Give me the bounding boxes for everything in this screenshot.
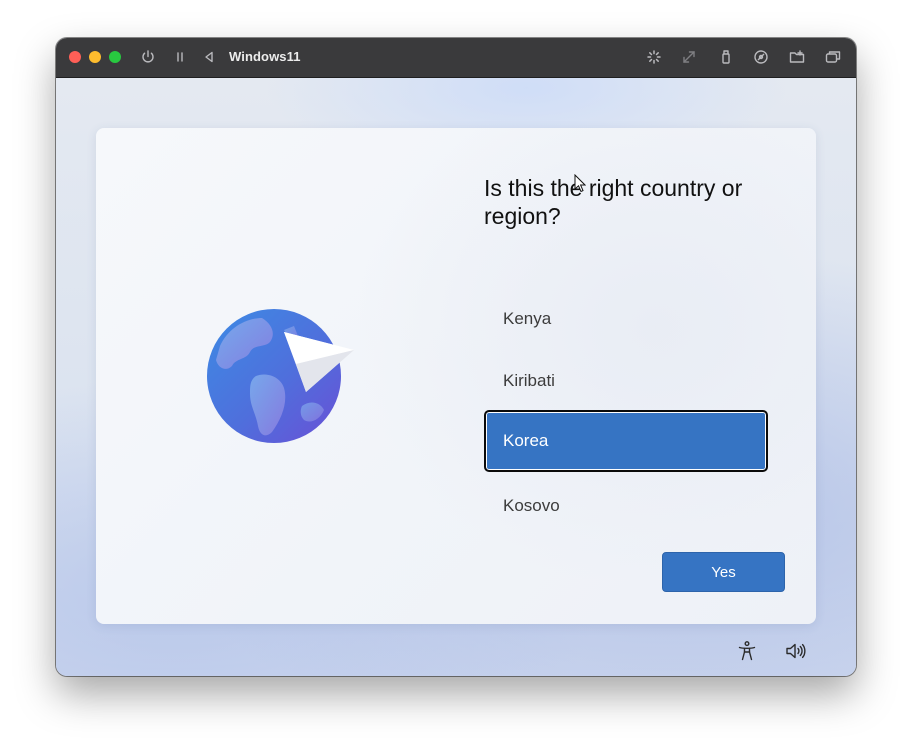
title-bar: Windows11 [56,38,856,78]
oobe-dialog: Is this the right country or region? Ken… [96,128,816,624]
dialog-question: Is this the right country or region? [484,175,743,229]
region-option-kiribati[interactable]: Kiribati [484,350,768,412]
mouse-cursor-icon [574,174,586,193]
power-icon[interactable] [139,48,157,66]
shared-folder-icon[interactable] [788,48,806,66]
yes-button[interactable]: Yes [662,552,785,592]
region-option-kosovo[interactable]: Kosovo [484,475,768,537]
resize-icon[interactable] [680,48,698,66]
volume-icon[interactable] [784,640,806,662]
maximize-window-button[interactable] [109,51,121,63]
region-option-korea[interactable]: Korea [484,410,768,472]
vm-title: Windows11 [229,49,301,64]
vm-screen: Is this the right country or region? Ken… [56,78,856,676]
vm-window: Windows11 Is this the right country or r… [56,38,856,676]
back-icon[interactable] [200,48,218,66]
pause-icon[interactable] [171,48,189,66]
windows-icon[interactable] [824,48,842,66]
usb-icon[interactable] [717,48,735,66]
close-window-button[interactable] [69,51,81,63]
region-option-kenya[interactable]: Kenya [484,288,768,350]
loading-icon[interactable] [645,48,663,66]
globe-paper-plane-icon [206,306,356,446]
disc-icon[interactable] [752,48,770,66]
accessibility-icon[interactable] [736,640,758,662]
minimize-window-button[interactable] [89,51,101,63]
